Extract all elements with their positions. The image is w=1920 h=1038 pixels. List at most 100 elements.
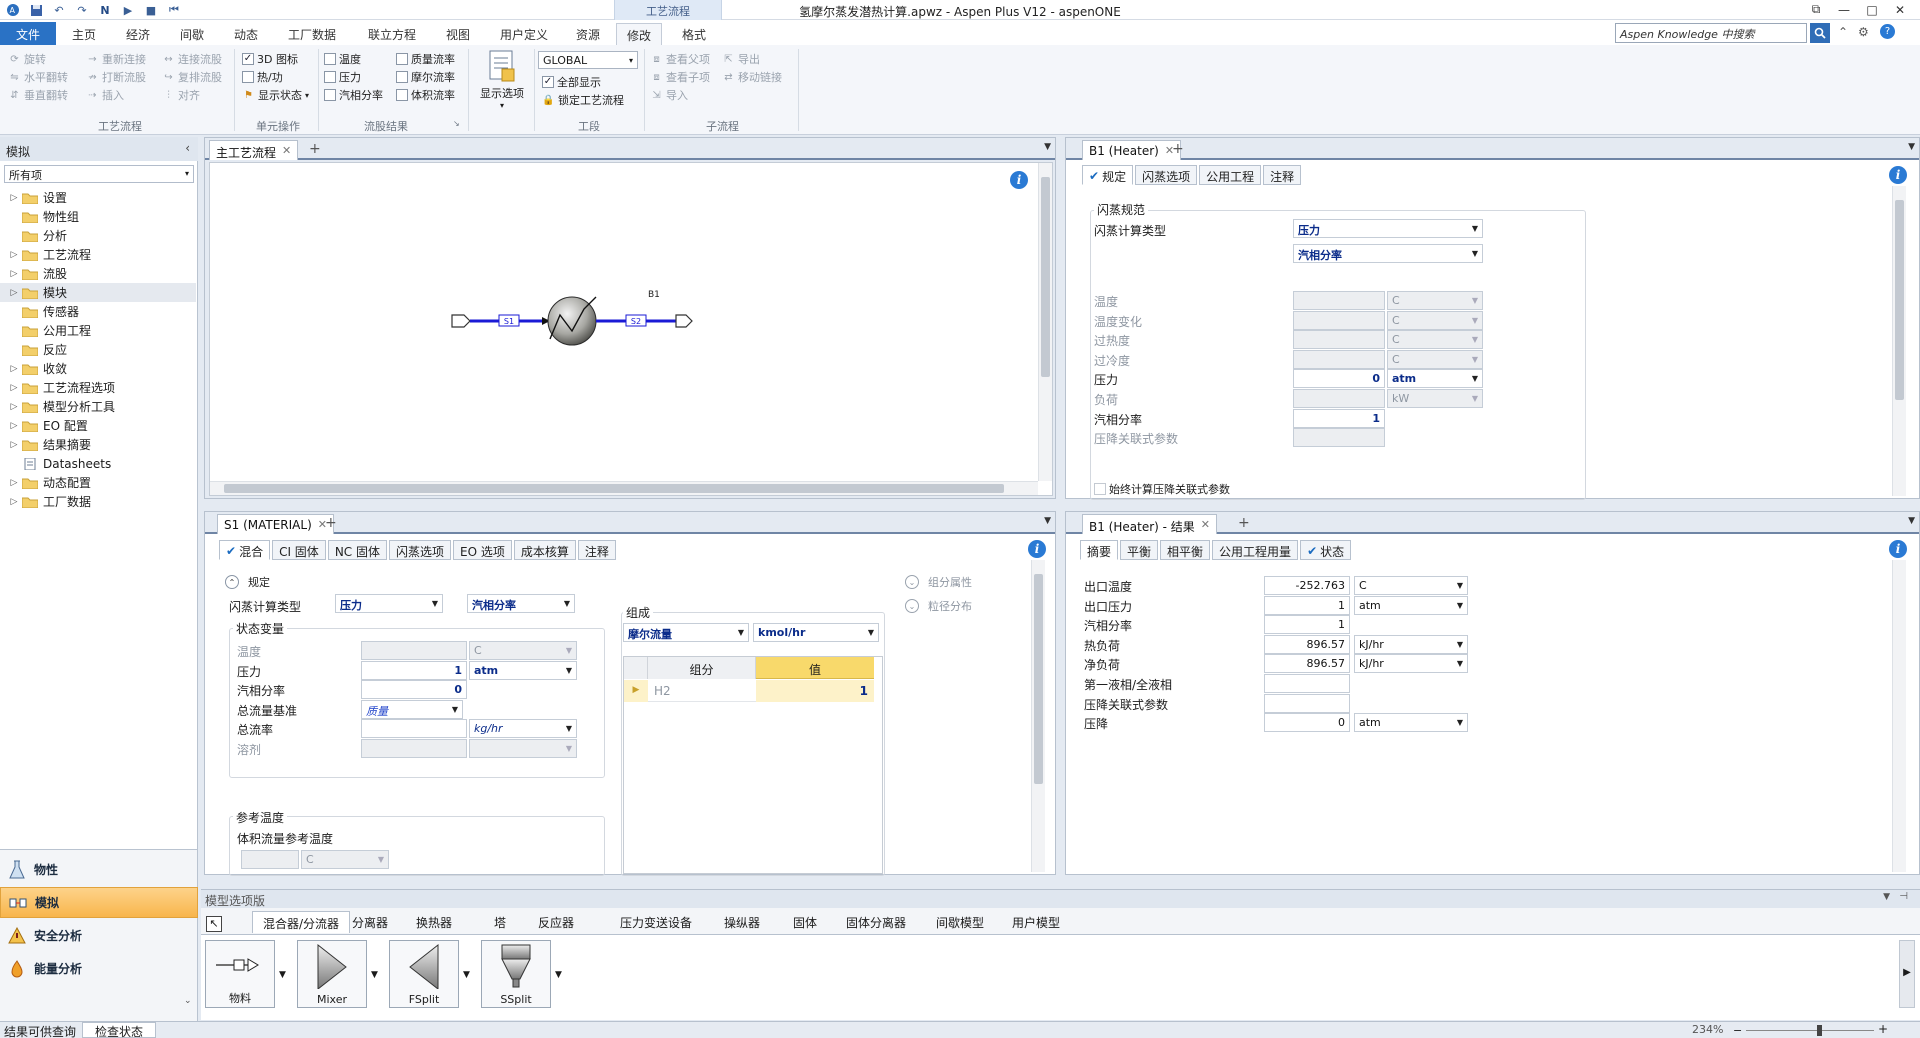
nav-tree-item[interactable]: ▷ 工艺流程 (0, 245, 196, 264)
palette-tab[interactable]: 固体 (783, 911, 827, 933)
spec-row-value-input[interactable] (1293, 428, 1385, 448)
spec-row-unit-select[interactable]: C ▼ (1387, 349, 1483, 369)
vertical-scrollbar[interactable] (1031, 560, 1045, 872)
palette-item-dropdown-icon[interactable]: ▼ (463, 970, 470, 980)
subtab-comments[interactable]: 注释 (1263, 165, 1302, 185)
3d-icon-checkbox[interactable]: ✓ 3D 图标 (242, 50, 298, 68)
stream-pressure-checkbox[interactable]: 压力 (324, 68, 361, 86)
spec-row-value-input[interactable]: 1 (1293, 408, 1385, 428)
spec-row-value-input[interactable] (1293, 349, 1385, 369)
scroll-thumb[interactable] (1041, 177, 1050, 377)
export-button[interactable]: ⇱ 导出 (722, 50, 760, 68)
flash-spec2-select[interactable]: 汽相分率 ▼ (1293, 244, 1483, 263)
rotate-button[interactable]: ⟳ 旋转 (8, 50, 46, 68)
result-row-unit-select[interactable]: atm ▼ (1354, 595, 1468, 615)
tab-plant-data[interactable]: 工厂数据 (278, 23, 346, 45)
break-stream-button[interactable]: ↛ 打断流股 (86, 68, 146, 86)
import-button[interactable]: ⇲ 导入 (650, 86, 688, 104)
nav-tree-item[interactable]: ▷ 工艺流程选项 (0, 378, 196, 397)
stream-mass-flow-checkbox[interactable]: 质量流率 (396, 50, 455, 68)
subtab-utility[interactable]: 公用工程 (1199, 165, 1262, 185)
subtab-nc-solid[interactable]: NC 固体 (327, 540, 387, 560)
add-tab-icon[interactable]: + (309, 141, 321, 157)
flash-spec1-select[interactable]: 压力 ▼ (1293, 219, 1483, 238)
expand-arrow-icon[interactable]: ▷ (8, 497, 20, 507)
palette-item-material[interactable]: 物料 (205, 940, 275, 1008)
insert-button[interactable]: ⇢ 插入 (86, 86, 124, 104)
subtab-balance[interactable]: 平衡 (1120, 540, 1159, 560)
nav-tree-item[interactable]: ▷ 动态配置 (0, 473, 196, 492)
component-attr-link[interactable]: ⌄ 组分属性 (905, 573, 972, 591)
heat-work-checkbox[interactable]: 热/功 (242, 68, 283, 86)
palette-tab[interactable]: 混合器/分流器 (252, 911, 351, 933)
palette-item-dropdown-icon[interactable]: ▼ (371, 970, 378, 980)
expand-arrow-icon[interactable]: ▷ (8, 421, 20, 431)
help-icon[interactable]: ? (1880, 24, 1895, 39)
state-row-value-input[interactable]: 1 (361, 660, 467, 680)
flip-horizontal-button[interactable]: ⇋ 水平翻转 (8, 68, 68, 86)
select-mode-icon[interactable]: ↖ (206, 916, 222, 932)
spec-row-value-input[interactable] (1293, 389, 1385, 408)
palette-tab[interactable]: 塔 (484, 911, 516, 933)
palette-item-dropdown-icon[interactable]: ▼ (279, 970, 286, 980)
lock-flowsheet-button[interactable]: 🔒 锁定工艺流程 (542, 91, 624, 109)
align-button[interactable]: ⫶ 对齐 (162, 86, 200, 104)
tab-s1-material[interactable]: S1 (MATERIAL) ✕ (217, 514, 334, 534)
palette-tab[interactable]: 反应器 (528, 911, 584, 933)
always-calc-pdrop-checkbox[interactable]: 始终计算压降关联式参数 (1094, 480, 1230, 498)
section-select[interactable]: GLOBAL ▾ (538, 51, 638, 69)
close-tab-icon[interactable]: ✕ (1201, 518, 1210, 531)
spec-row-value-input[interactable] (1293, 310, 1385, 330)
close-button[interactable]: ✕ (1886, 0, 1914, 19)
result-row-unit-select[interactable]: kJ/hr ▼ (1354, 634, 1468, 654)
knowledge-search-input[interactable]: Aspen Knowledge 中搜索 (1615, 23, 1807, 43)
scroll-thumb[interactable] (1034, 574, 1043, 784)
tab-b1-results[interactable]: B1 (Heater) - 结果 ✕ (1082, 514, 1218, 534)
subtab-summary[interactable]: 摘要 (1080, 540, 1119, 560)
tab-b1-heater[interactable]: B1 (Heater) ✕ (1082, 140, 1182, 160)
nav-more-icon[interactable]: ⌄ (184, 996, 192, 1006)
tab-economics[interactable]: 经济 (116, 23, 160, 45)
tab-home[interactable]: 主页 (62, 23, 106, 45)
nav-tree-item[interactable]: ▷ 设置 (0, 188, 196, 207)
collapse-pane-icon[interactable]: ‹ (185, 141, 190, 155)
psd-link[interactable]: ⌄ 粒径分布 (905, 597, 972, 615)
subtab-flash-options[interactable]: 闪蒸选项 (388, 540, 451, 560)
expand-arrow-icon[interactable]: ▷ (8, 288, 20, 298)
state-row-value-input[interactable] (361, 739, 467, 758)
vertical-scrollbar[interactable] (1038, 163, 1052, 481)
palette-tab[interactable]: 操纵器 (714, 911, 770, 933)
palette-item-fsplit[interactable]: FSplit (389, 940, 459, 1008)
nav-tree-item[interactable]: ▷ 模块 (0, 283, 196, 302)
info-icon[interactable]: i (1028, 540, 1046, 558)
expand-arrow-icon[interactable]: ▷ (8, 440, 20, 450)
show-all-checkbox[interactable]: ✓ 全部显示 (542, 73, 601, 91)
subtab-status[interactable]: ✔ 状态 (1300, 540, 1352, 560)
nav-tree-item[interactable]: ▷ 工厂数据 (0, 492, 196, 511)
expand-arrow-icon[interactable]: ▷ (8, 193, 20, 203)
minimize-button[interactable]: — (1830, 0, 1858, 19)
tab-equation-oriented[interactable]: 联立方程 (358, 23, 426, 45)
expand-arrow-icon[interactable]: ▷ (8, 478, 20, 488)
search-icon[interactable] (1810, 23, 1830, 43)
reconnect-button[interactable]: → 重新连接 (86, 50, 146, 68)
composition-unit-select[interactable]: kmol/hr ▼ (753, 623, 879, 642)
palette-pin-icon[interactable]: ⊣ (1899, 891, 1908, 902)
palette-item-dropdown-icon[interactable]: ▼ (555, 970, 562, 980)
tab-customize[interactable]: 用户定义 (490, 23, 558, 45)
result-row-unit-select[interactable]: atm ▼ (1354, 713, 1468, 733)
zoom-in-icon[interactable]: + (1878, 1022, 1888, 1036)
tab-resources[interactable]: 资源 (566, 23, 610, 45)
flip-vertical-button[interactable]: ⇵ 垂直翻转 (8, 86, 68, 104)
flowsheet-canvas[interactable]: i S1 S2 B1 (209, 162, 1053, 496)
tab-modify[interactable]: 修改 (616, 23, 663, 45)
tab-file[interactable]: 文件 (0, 22, 56, 45)
zoom-out-icon[interactable]: − (1733, 1024, 1742, 1037)
subtab-utility-usage[interactable]: 公用工程用量 (1212, 540, 1299, 560)
reroute-stream-button[interactable]: ↪ 复排流股 (162, 68, 222, 86)
scroll-thumb[interactable] (224, 484, 1004, 493)
s1-flash-spec2-select[interactable]: 汽相分率 ▼ (467, 594, 575, 613)
expand-arrow-icon[interactable]: ▷ (8, 250, 20, 260)
palette-menu-icon[interactable]: ▼ (1883, 892, 1890, 902)
spec-row-unit-select[interactable]: C ▼ (1387, 330, 1483, 350)
